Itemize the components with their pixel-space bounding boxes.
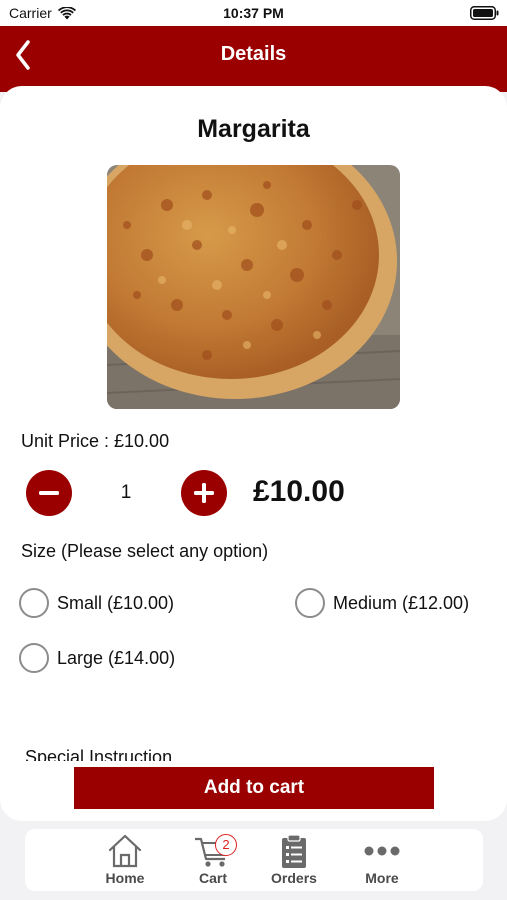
size-option-small[interactable]: Small (£10.00): [19, 588, 174, 618]
radio-button[interactable]: [295, 588, 325, 618]
size-option-label: Small (£10.00): [57, 592, 175, 613]
tab-home[interactable]: Home: [85, 832, 165, 888]
radio-button[interactable]: [19, 588, 49, 618]
house-icon: [108, 834, 142, 868]
size-option-medium[interactable]: Medium (£12.00): [295, 588, 469, 618]
clipboard-icon: [282, 834, 306, 868]
cart-count-badge: 2: [215, 834, 237, 856]
add-to-cart-button[interactable]: Add to cart: [74, 767, 434, 809]
size-option-large[interactable]: Large (£14.00): [19, 643, 175, 673]
battery-icon: [470, 6, 499, 20]
size-option-label: Large (£14.00): [57, 647, 176, 668]
pizza-image: [107, 165, 400, 409]
details-card: Margarita Unit Price: £10.00 1 £10.00 S…: [0, 86, 507, 821]
special-instruction-label: Special Instruction: [25, 747, 173, 761]
tab-orders[interactable]: Orders: [254, 832, 334, 888]
product-name: Margarita: [197, 115, 310, 143]
tab-more[interactable]: More: [342, 832, 422, 888]
quantity-value: 1: [120, 482, 132, 503]
size-option-label: Medium (£12.00): [333, 592, 470, 613]
total-price: £10.00: [253, 475, 345, 508]
increase-quantity-button[interactable]: [181, 470, 227, 516]
unit-price: Unit Price : £10.00: [21, 431, 170, 451]
tab-bar: Home 2 Cart Orders More: [25, 829, 483, 891]
nav-header: Details: [0, 26, 507, 92]
size-section-label: Size (Please select any option): [21, 541, 269, 561]
tab-label: Cart: [198, 870, 227, 886]
decrease-quantity-button[interactable]: [26, 470, 72, 516]
status-bar: Carrier 10:37 PM: [0, 0, 507, 26]
tab-cart[interactable]: 2 Cart: [173, 832, 253, 888]
minus-icon: [39, 491, 59, 495]
plus-icon: [194, 483, 214, 503]
ellipsis-icon: [364, 846, 400, 856]
tab-label: More: [365, 870, 399, 886]
radio-button[interactable]: [19, 643, 49, 673]
tab-label: Home: [105, 870, 145, 886]
status-time: 10:37 PM: [223, 5, 284, 21]
page-title: Details: [220, 43, 287, 65]
tab-label: Orders: [271, 870, 317, 886]
